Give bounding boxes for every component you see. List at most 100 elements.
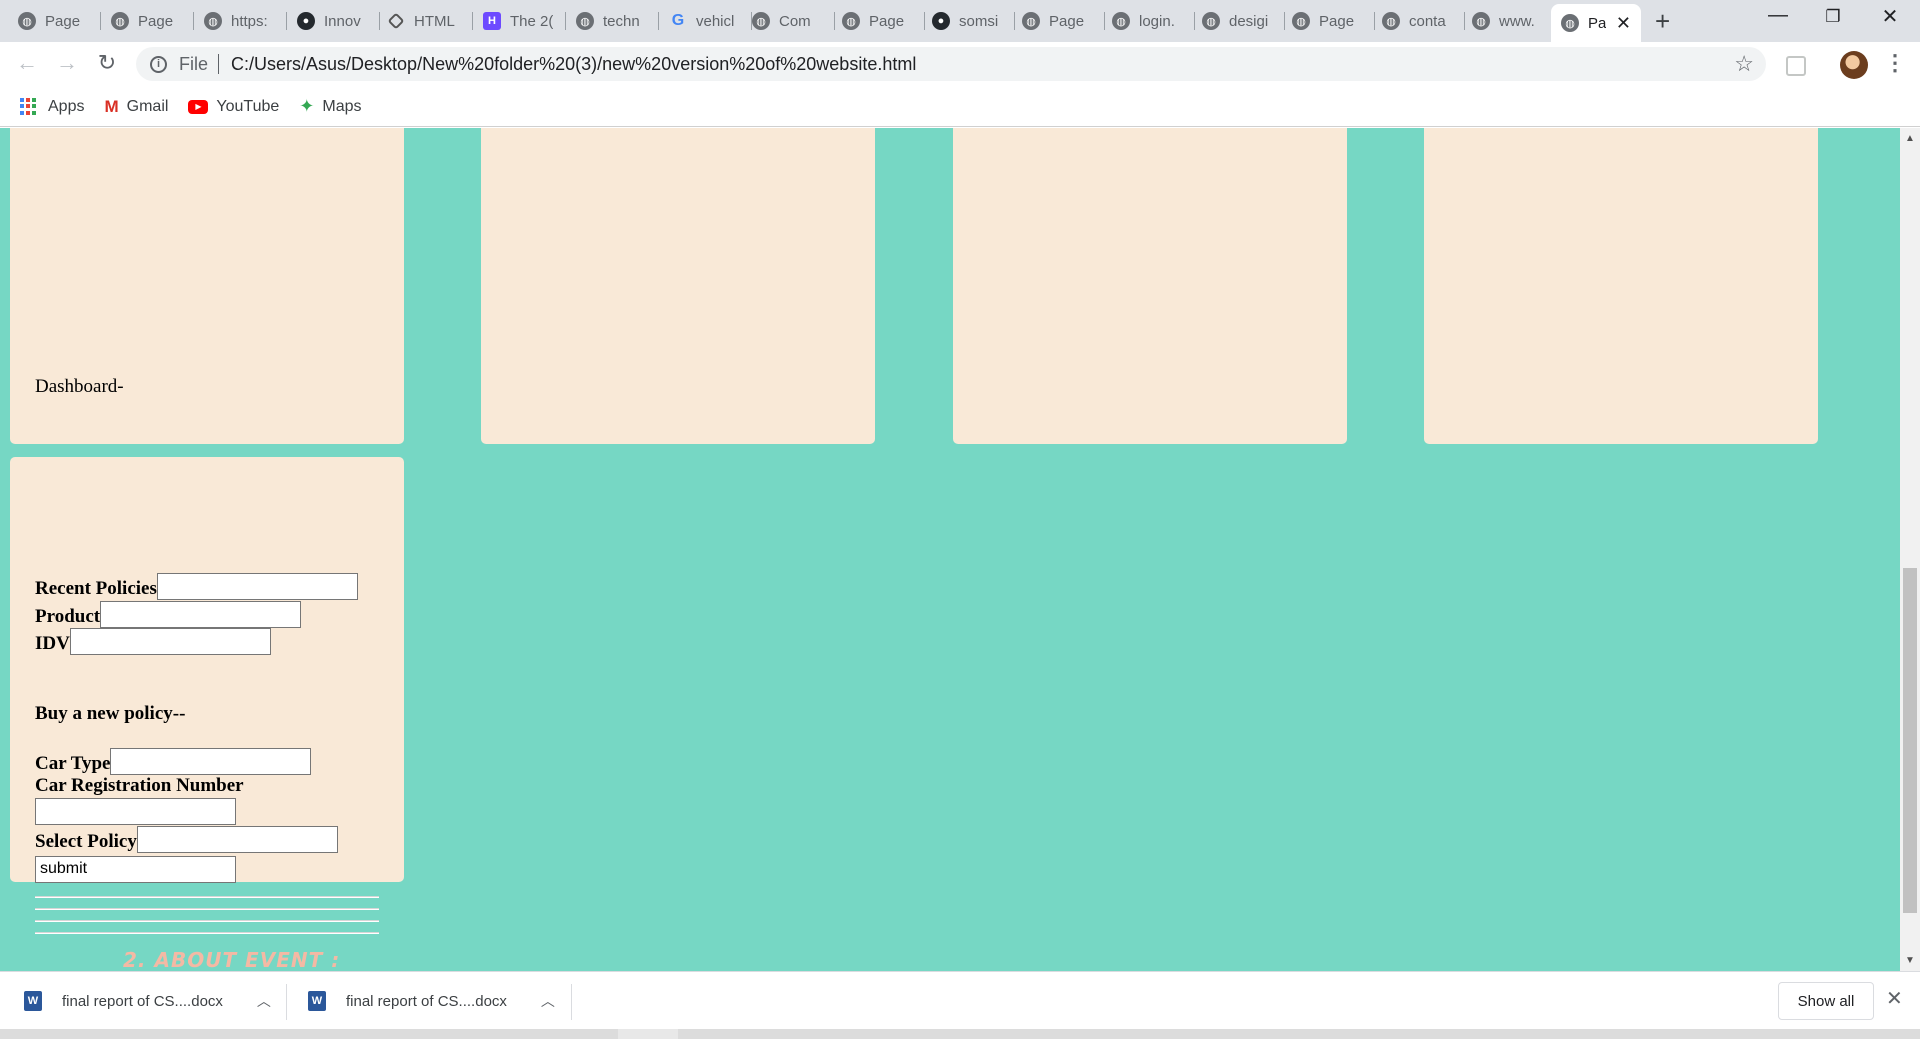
- chevron-up-icon[interactable]: ︿: [257, 991, 271, 1011]
- extension-icon[interactable]: [1786, 56, 1806, 76]
- recent-policies-row: Recent Policies: [35, 573, 358, 600]
- restore-icon[interactable]: ❐: [1813, 7, 1853, 27]
- browser-tab[interactable]: G vehicl: [659, 6, 752, 36]
- scroll-up-icon[interactable]: ▲: [1900, 133, 1920, 144]
- browser-tab[interactable]: ◍ www.: [1462, 6, 1551, 36]
- taskbar-strip: [0, 1029, 1920, 1039]
- recent-policies-input[interactable]: [156, 573, 358, 600]
- browser-toolbar: ← → ↻ i File C:/Users/Asus/Desktop/New%2…: [0, 42, 1920, 87]
- content-card: [1424, 128, 1818, 444]
- submit-button[interactable]: submit: [35, 856, 236, 883]
- word-doc-icon: W: [308, 991, 326, 1011]
- menu-dots-icon[interactable]: ⋮: [1884, 50, 1906, 76]
- tab-label: Page: [45, 12, 81, 30]
- globe-icon: ◍: [1112, 12, 1130, 30]
- download-filename: final report of CS....docx: [346, 992, 507, 1010]
- code-icon: [387, 12, 405, 30]
- idv-input[interactable]: [69, 628, 271, 655]
- globe-icon: ◍: [1022, 12, 1040, 30]
- github-icon: ●: [932, 12, 950, 30]
- scroll-thumb[interactable]: [1903, 568, 1917, 913]
- globe-icon: ◍: [576, 12, 594, 30]
- download-item[interactable]: W final report of CS....docx ︿: [24, 972, 271, 1030]
- globe-icon: ◍: [1382, 12, 1400, 30]
- tab-label: HTML: [414, 12, 455, 30]
- globe-icon: ◍: [842, 12, 860, 30]
- buy-policy-heading: Buy a new policy--: [35, 703, 186, 724]
- bookmark-label: Apps: [48, 97, 85, 115]
- browser-tab[interactable]: ◍ techn: [566, 6, 659, 36]
- scroll-down-icon[interactable]: ▼: [1900, 955, 1920, 966]
- bookmark-maps[interactable]: ✦ Maps: [299, 96, 361, 117]
- globe-icon: ◍: [1292, 12, 1310, 30]
- car-type-input[interactable]: [110, 748, 312, 775]
- bookmark-youtube[interactable]: ▶ YouTube: [188, 98, 279, 116]
- reload-icon[interactable]: ↻: [92, 50, 122, 76]
- tab-label: Page: [869, 12, 905, 30]
- browser-tab[interactable]: ◍ Page: [832, 6, 925, 36]
- tab-label: The 2(: [510, 12, 554, 30]
- url-text[interactable]: C:/Users/Asus/Desktop/New%20folder%20(3)…: [231, 54, 916, 75]
- divider: [35, 896, 379, 898]
- select-policy-input[interactable]: [136, 826, 338, 853]
- tab-label: Com: [779, 12, 811, 30]
- browser-tab[interactable]: ◍ https:: [194, 6, 287, 36]
- browser-tab[interactable]: ◍ Page: [101, 6, 194, 36]
- product-input[interactable]: [100, 601, 302, 628]
- close-tab-icon[interactable]: ✕: [1616, 13, 1631, 34]
- minimize-icon[interactable]: —: [1758, 4, 1798, 27]
- bookmark-label: YouTube: [216, 97, 280, 115]
- page-scrollbar[interactable]: ▲ ▼: [1900, 128, 1920, 971]
- maps-icon: ✦: [299, 96, 315, 116]
- content-card: [481, 128, 875, 444]
- browser-tab[interactable]: ◍ desigi: [1192, 6, 1285, 36]
- forward-arrow-icon[interactable]: →: [52, 50, 82, 76]
- browser-tab[interactable]: ◍ login.: [1102, 6, 1195, 36]
- car-type-row: Car Type: [35, 748, 312, 775]
- tab-strip: ◍ Page ◍ Page ◍ https: ● Innov HTML H Th…: [0, 0, 1920, 42]
- globe-icon: ◍: [204, 12, 222, 30]
- car-reg-input[interactable]: [35, 798, 236, 825]
- tab-label: Innov: [324, 12, 361, 30]
- info-icon[interactable]: i: [150, 55, 167, 73]
- bookmark-apps[interactable]: Apps: [20, 97, 85, 116]
- close-shelf-icon[interactable]: ✕: [1886, 986, 1903, 1011]
- profile-avatar[interactable]: [1840, 51, 1868, 79]
- browser-tab[interactable]: ◍ Page: [8, 6, 101, 36]
- browser-tab[interactable]: ◍ conta: [1372, 6, 1465, 36]
- idv-label: IDV: [35, 633, 70, 654]
- tab-label: www.: [1499, 12, 1535, 30]
- new-tab-button[interactable]: +: [1655, 8, 1670, 34]
- divider: [35, 932, 379, 934]
- browser-tab[interactable]: HTML: [380, 6, 473, 36]
- globe-icon: ◍: [18, 12, 36, 30]
- bookmark-label: Gmail: [126, 97, 169, 115]
- apps-grid-icon: [20, 97, 38, 116]
- back-arrow-icon[interactable]: ←: [12, 50, 42, 76]
- divider: [35, 920, 379, 922]
- show-all-button[interactable]: Show all: [1778, 982, 1874, 1020]
- bookmark-gmail[interactable]: M Gmail: [104, 97, 168, 117]
- tab-label: desigi: [1229, 12, 1269, 30]
- google-icon: G: [671, 12, 685, 29]
- recent-policies-label: Recent Policies: [35, 578, 157, 599]
- browser-tab[interactable]: ● somsi: [922, 6, 1015, 36]
- h-logo-icon: H: [483, 12, 501, 30]
- browser-tab[interactable]: ◍ Com: [742, 6, 835, 36]
- browser-tab[interactable]: ◍ Page: [1282, 6, 1375, 36]
- tab-label: https:: [231, 12, 268, 30]
- browser-tab[interactable]: ◍ Page: [1012, 6, 1105, 36]
- globe-icon: ◍: [1561, 14, 1579, 32]
- download-shelf: W final report of CS....docx ︿ W final r…: [0, 971, 1920, 1029]
- tab-label: conta: [1409, 12, 1446, 30]
- bookmark-star-icon[interactable]: ☆: [1734, 51, 1754, 77]
- window-close-icon[interactable]: ✕: [1870, 4, 1910, 29]
- browser-tab-active[interactable]: ◍ Pa ✕: [1551, 4, 1641, 42]
- tab-label: Pa: [1588, 14, 1607, 32]
- browser-tab[interactable]: H The 2(: [473, 6, 566, 36]
- tab-label: Page: [1049, 12, 1085, 30]
- browser-tab[interactable]: ● Innov: [287, 6, 380, 36]
- download-item[interactable]: W final report of CS....docx ︿: [308, 972, 555, 1030]
- chevron-up-icon[interactable]: ︿: [541, 991, 555, 1011]
- address-bar[interactable]: i File C:/Users/Asus/Desktop/New%20folde…: [136, 47, 1766, 81]
